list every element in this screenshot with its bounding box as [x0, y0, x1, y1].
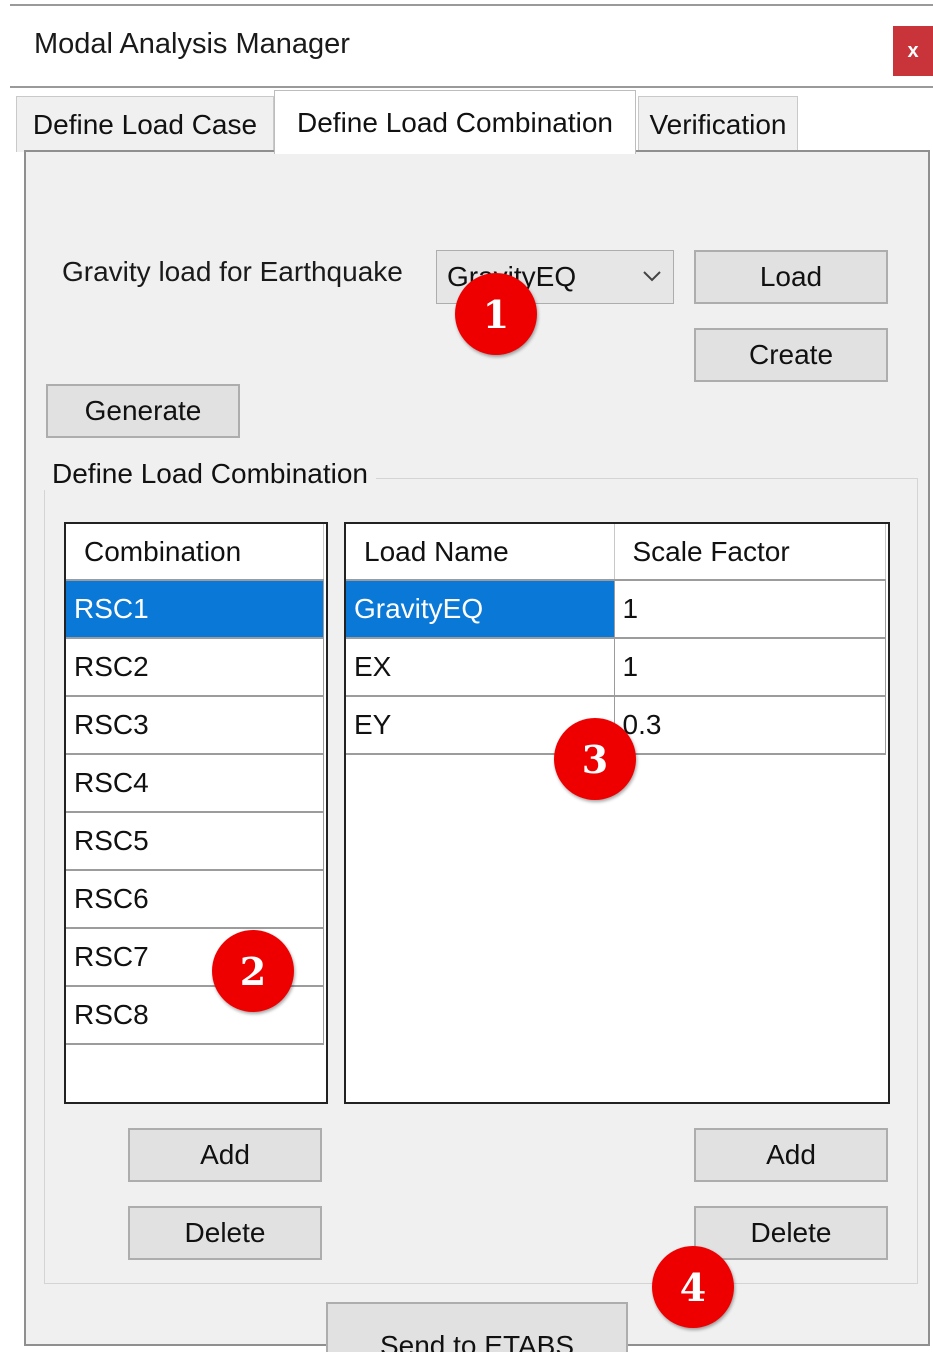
combination-cell[interactable]: RSC4: [66, 754, 324, 813]
add-combination-button[interactable]: Add: [128, 1128, 322, 1182]
tab-verification[interactable]: Verification: [638, 96, 798, 152]
send-to-etabs-button[interactable]: Send to ETABS: [326, 1302, 628, 1352]
gravity-load-label: Gravity load for Earthquake: [62, 256, 403, 287]
load-button[interactable]: Load: [694, 250, 888, 304]
tab-control: Define Load Case Define Load Combination…: [10, 88, 933, 1352]
chevron-down-icon: [643, 271, 661, 282]
modal-analysis-manager-window: Modal Analysis Manager x Define Load Cas…: [0, 0, 933, 1352]
delete-load-button[interactable]: Delete: [694, 1206, 888, 1260]
annotation-badge-2: 2: [212, 930, 294, 1012]
combination-cell[interactable]: RSC1: [66, 580, 324, 639]
table-row[interactable]: RSC5: [66, 812, 324, 871]
close-button[interactable]: x: [893, 26, 933, 76]
generate-button[interactable]: Generate: [46, 384, 240, 438]
tab-define-load-combination[interactable]: Define Load Combination: [274, 90, 636, 154]
table-row[interactable]: RSC1: [66, 580, 324, 639]
load-name-cell[interactable]: GravityEQ: [346, 580, 615, 639]
group-title: Define Load Combination: [44, 458, 376, 490]
table-row[interactable]: GravityEQ 1: [346, 580, 886, 639]
combination-grid[interactable]: Combination RSC1 RSC2 RSC3 RSC4 RSC5 RSC…: [64, 522, 328, 1104]
load-factor-grid[interactable]: Load Name Scale Factor GravityEQ 1 EX 1: [344, 522, 890, 1104]
table-row[interactable]: RSC6: [66, 870, 324, 929]
combination-cell[interactable]: RSC3: [66, 696, 324, 755]
window-title: Modal Analysis Manager: [34, 28, 350, 60]
annotation-badge-3: 3: [554, 718, 636, 800]
combination-cell[interactable]: RSC2: [66, 638, 324, 697]
table-row[interactable]: RSC4: [66, 754, 324, 813]
scale-factor-cell[interactable]: 1: [614, 638, 886, 697]
load-name-column-header[interactable]: Load Name: [346, 524, 615, 581]
add-load-button[interactable]: Add: [694, 1128, 888, 1182]
table-row[interactable]: RSC3: [66, 696, 324, 755]
scale-factor-cell[interactable]: 0.3: [614, 696, 886, 755]
tab-define-load-case[interactable]: Define Load Case: [16, 96, 274, 152]
combination-cell[interactable]: RSC5: [66, 812, 324, 871]
scale-factor-column-header[interactable]: Scale Factor: [614, 524, 886, 581]
delete-combination-button[interactable]: Delete: [128, 1206, 322, 1260]
annotation-badge-1: 1: [455, 273, 537, 355]
table-row[interactable]: EX 1: [346, 638, 886, 697]
create-button[interactable]: Create: [694, 328, 888, 382]
combination-column-header[interactable]: Combination: [66, 524, 324, 581]
combination-cell[interactable]: RSC6: [66, 870, 324, 929]
load-name-cell[interactable]: EX: [346, 638, 615, 697]
annotation-badge-4: 4: [652, 1246, 734, 1328]
scale-factor-cell[interactable]: 1: [614, 580, 886, 639]
table-row[interactable]: RSC2: [66, 638, 324, 697]
window-top-border: [10, 4, 933, 6]
